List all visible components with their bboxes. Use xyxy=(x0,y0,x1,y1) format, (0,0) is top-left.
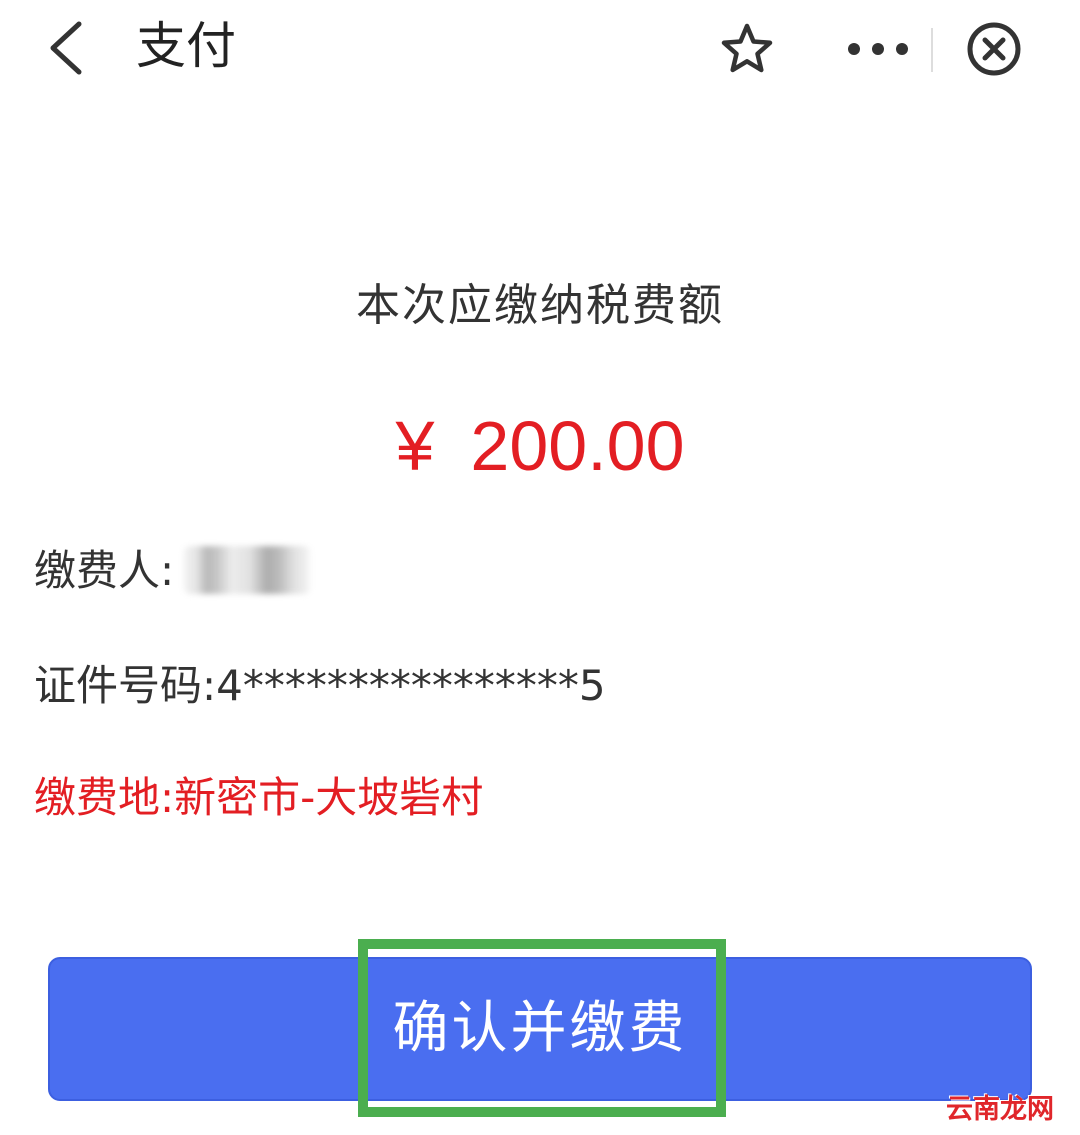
back-button[interactable] xyxy=(30,12,100,84)
id-number-row: 证件号码:4****************5 xyxy=(34,658,606,714)
favorite-button[interactable] xyxy=(712,14,782,84)
confirm-and-pay-button[interactable]: 确认并缴费 xyxy=(48,957,1032,1101)
watermark-text: 云南龙网 xyxy=(946,1094,1054,1125)
close-circle-icon xyxy=(967,22,1021,76)
chevron-left-icon xyxy=(50,21,82,75)
id-number-label: 证件号码: xyxy=(34,661,217,710)
payment-place-row: 缴费地:新密市-大坡砦村 xyxy=(34,770,483,826)
payer-label: 缴费人: xyxy=(34,546,175,595)
payment-place-label: 缴费地: xyxy=(34,773,175,822)
currency-symbol: ¥ xyxy=(395,407,435,485)
amount-label: 本次应缴纳税费额 xyxy=(356,280,724,331)
more-options-button[interactable] xyxy=(840,14,916,84)
star-icon xyxy=(721,23,773,73)
payment-place-value: 新密市-大坡砦村 xyxy=(174,773,484,822)
payer-row: 缴费人: xyxy=(34,543,311,599)
amount-value: ¥200.00 xyxy=(0,402,1080,490)
amount-number: 200.00 xyxy=(470,407,685,485)
nav-divider xyxy=(931,28,933,72)
payer-name-redacted xyxy=(184,545,311,594)
page-title: 支付 xyxy=(136,17,236,75)
id-number-value: 4****************5 xyxy=(216,661,606,710)
top-nav-bar: 支付 xyxy=(0,0,1080,100)
close-button[interactable] xyxy=(958,14,1030,84)
more-dots-icon xyxy=(848,43,908,55)
